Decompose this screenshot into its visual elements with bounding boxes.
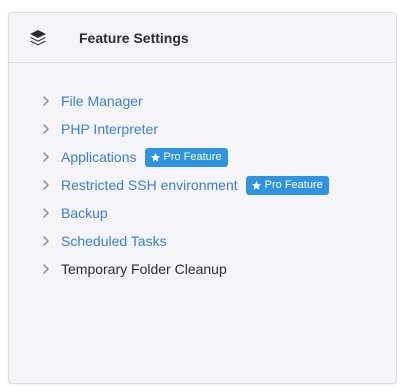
feature-link[interactable]: Temporary Folder Cleanup bbox=[61, 261, 227, 277]
feature-link[interactable]: Scheduled Tasks bbox=[61, 233, 167, 249]
feature-row[interactable]: Applications Pro Feature bbox=[9, 143, 396, 171]
layers-icon bbox=[28, 28, 48, 48]
chevron-right-icon[interactable] bbox=[41, 208, 51, 218]
star-icon bbox=[150, 152, 161, 163]
chevron-right-icon[interactable] bbox=[41, 124, 51, 134]
feature-link[interactable]: Restricted SSH environment bbox=[61, 177, 238, 193]
feature-list: File Manager PHP Interpreter Applications P… bbox=[9, 87, 396, 283]
feature-row[interactable]: Backup bbox=[9, 199, 396, 227]
panel-header: Feature Settings bbox=[9, 13, 396, 63]
star-icon bbox=[251, 180, 262, 191]
feature-row[interactable]: Temporary Folder Cleanup bbox=[9, 255, 396, 283]
chevron-right-icon[interactable] bbox=[41, 96, 51, 106]
feature-row[interactable]: PHP Interpreter bbox=[9, 115, 396, 143]
chevron-right-icon[interactable] bbox=[41, 152, 51, 162]
chevron-right-icon[interactable] bbox=[41, 236, 51, 246]
feature-link[interactable]: PHP Interpreter bbox=[61, 121, 158, 137]
badge-label: Pro Feature bbox=[163, 150, 222, 163]
badge-label: Pro Feature bbox=[264, 178, 323, 191]
feature-row[interactable]: Scheduled Tasks bbox=[9, 227, 396, 255]
pro-feature-badge: Pro Feature bbox=[245, 175, 329, 195]
panel-title: Feature Settings bbox=[79, 29, 189, 46]
feature-settings-panel: Feature Settings File Manager PHP Interpr… bbox=[8, 12, 397, 384]
chevron-right-icon[interactable] bbox=[41, 264, 51, 274]
feature-row[interactable]: Restricted SSH environment Pro Feature bbox=[9, 171, 396, 199]
chevron-right-icon[interactable] bbox=[41, 180, 51, 190]
feature-row[interactable]: File Manager bbox=[9, 87, 396, 115]
feature-link[interactable]: Applications bbox=[61, 149, 137, 165]
pro-feature-badge: Pro Feature bbox=[144, 147, 228, 167]
feature-link[interactable]: File Manager bbox=[61, 93, 143, 109]
feature-link[interactable]: Backup bbox=[61, 205, 108, 221]
